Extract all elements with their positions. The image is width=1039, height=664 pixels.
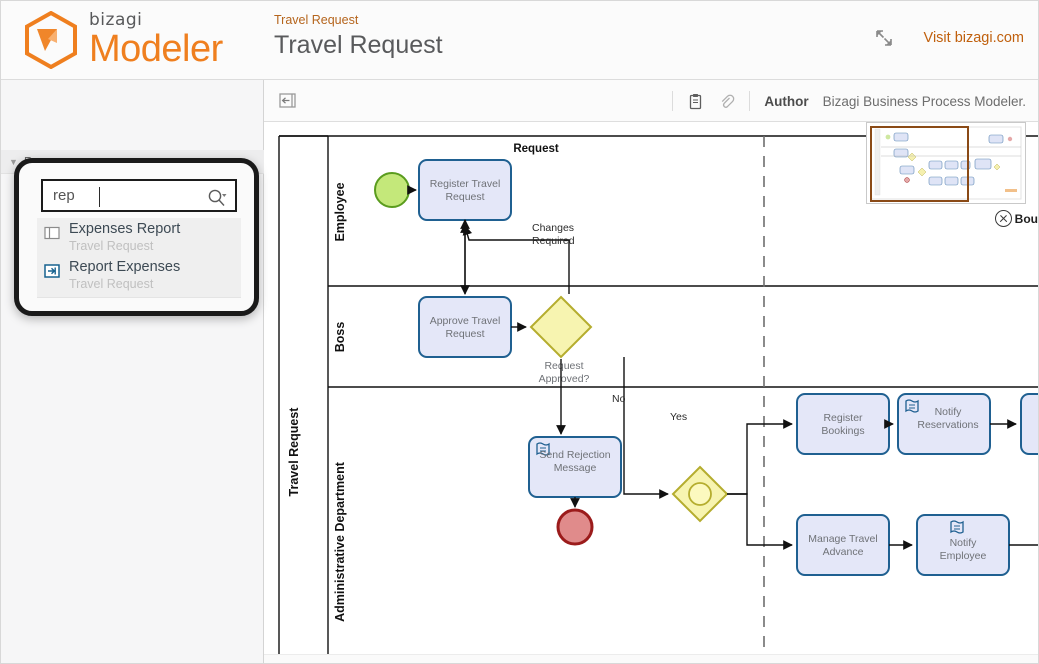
search-input[interactable] — [43, 187, 193, 204]
logo-wordmark-bottom: Modeler — [89, 28, 223, 70]
flow-label-no: No — [612, 393, 626, 405]
expand-arrows-icon[interactable] — [874, 28, 894, 48]
task-register-travel-request[interactable] — [418, 159, 512, 221]
gateway-request-approved[interactable] — [529, 295, 593, 359]
breadcrumb: Travel Request — [274, 13, 359, 27]
toolbar-divider — [672, 91, 674, 111]
flow-label-yes: Yes — [670, 411, 687, 423]
end-event[interactable] — [556, 508, 594, 546]
search-result-subtitle: Travel Request — [69, 239, 154, 253]
task-label: Register Bookings — [821, 412, 864, 437]
clipboard-icon[interactable] — [687, 93, 704, 110]
search-popover: Expenses Report Travel Request Report Ex… — [14, 158, 259, 316]
boundary-chip-label: Bou — [1014, 211, 1038, 226]
toolbar-divider — [749, 91, 751, 111]
toolbar-right-group: Author Bizagi Business Process Modeler. — [672, 80, 1026, 122]
search-result-item[interactable]: Report Expenses Travel Request — [37, 259, 241, 298]
diagram-toolbar: Author Bizagi Business Process Modeler. — [264, 80, 1038, 122]
bizagi-logo: bizagi Modeler — [23, 11, 223, 69]
search-result-title: Report Expenses — [69, 259, 181, 275]
flow-label-changes-line1: Changes Required — [532, 222, 575, 247]
diagram-canvas[interactable]: Travel Request Employee Boss Administrat… — [264, 122, 1038, 663]
collapse-panel-icon[interactable] — [279, 92, 296, 109]
task-approve-travel-request[interactable] — [418, 296, 512, 358]
subprocess-link-icon — [44, 264, 60, 278]
bizagi-modeler-window: bizagi Modeler Travel Request Travel Req… — [0, 0, 1039, 664]
gateway-inner-circle — [688, 482, 712, 506]
minimap-viewport[interactable] — [870, 126, 969, 202]
lane-label-boss: Boss — [333, 322, 347, 353]
logo-wordmark-top: bizagi — [89, 10, 143, 30]
pool-label: Travel Request — [287, 407, 301, 497]
header-actions: Visit bizagi.com — [874, 28, 1024, 48]
pool-icon — [44, 226, 60, 240]
process-tree-panel: ▼ Pr Expenses Report Travel Request — [1, 80, 264, 663]
search-dropdown-icon[interactable] — [207, 188, 227, 208]
visit-bizagi-link[interactable]: Visit bizagi.com — [924, 30, 1024, 46]
diagram-pane: Author Bizagi Business Process Modeler. … — [264, 80, 1038, 663]
search-result-subtitle: Travel Request — [69, 277, 154, 291]
task-register-bookings[interactable] — [796, 393, 890, 455]
search-results-list: Expenses Report Travel Request Report Ex… — [37, 218, 241, 298]
app-header: bizagi Modeler Travel Request Travel Req… — [1, 1, 1038, 80]
task-manage-travel-advance[interactable] — [796, 514, 890, 576]
search-result-title: Expenses Report — [69, 221, 181, 237]
search-box[interactable] — [41, 179, 237, 212]
task-partial-offscreen[interactable] — [1020, 393, 1038, 455]
cancel-event-icon — [994, 210, 1012, 227]
author-value: Bizagi Business Process Modeler. — [822, 93, 1026, 109]
diagram-header-note: Request — [513, 143, 559, 155]
text-cursor — [99, 187, 100, 207]
canvas-horizontal-scrollbar[interactable] — [264, 654, 1038, 663]
author-label: Author — [764, 93, 809, 109]
lane-label-employee: Employee — [333, 182, 347, 241]
boundary-event-chip[interactable]: Bou — [994, 210, 1038, 227]
gateway-label: Request Approved? — [539, 360, 590, 385]
page-title-block: Travel Request Travel Request — [274, 13, 443, 61]
page-title: Travel Request — [274, 31, 443, 59]
diagram-minimap[interactable] — [866, 122, 1026, 204]
start-event[interactable] — [374, 172, 410, 208]
lane-label-admin: Administrative Department — [333, 461, 347, 622]
bizagi-logo-mark — [25, 11, 77, 69]
search-result-item[interactable]: Expenses Report Travel Request — [37, 221, 241, 260]
paperclip-icon[interactable] — [718, 93, 735, 110]
